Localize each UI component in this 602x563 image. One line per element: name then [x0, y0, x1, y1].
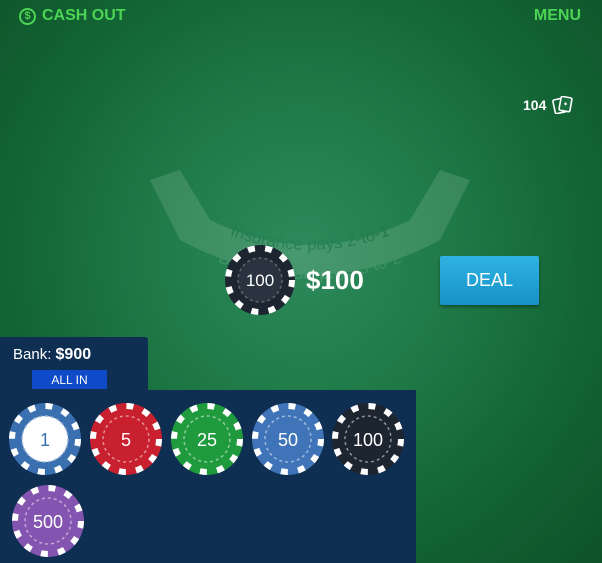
chip-1-graphic: 1	[9, 403, 81, 475]
bet-amount: $100	[306, 264, 364, 295]
chip-50-value: 50	[278, 430, 298, 450]
bet-chip[interactable]: 100	[224, 244, 296, 316]
cash-out-label: CASH OUT	[42, 7, 126, 24]
top-bar: $ CASH OUT MENU	[0, 0, 602, 34]
chip-500[interactable]: 500	[11, 484, 85, 558]
chip-50[interactable]: 50	[251, 402, 325, 476]
chip-25-value: 25	[197, 430, 217, 450]
chip-1-value: 1	[40, 430, 50, 450]
bank-label: Bank:	[13, 346, 52, 363]
chip-50-graphic: 50	[252, 403, 324, 475]
dollar-circle-icon: $	[19, 7, 36, 25]
chip-100[interactable]: 100	[331, 402, 405, 476]
deal-button[interactable]: DEAL	[440, 256, 539, 305]
chip-100-graphic: 100	[332, 403, 404, 475]
chip-1[interactable]: 1	[8, 402, 82, 476]
chip-5-value: 5	[121, 430, 131, 450]
all-in-button[interactable]: ALL IN	[32, 370, 107, 389]
chip-5-graphic: 5	[90, 403, 162, 475]
chip-25-graphic: 25	[171, 403, 243, 475]
bank-amount: $900	[55, 346, 92, 363]
chip-100-value: 100	[353, 430, 383, 450]
chip-500-value: 500	[33, 512, 63, 532]
bank-balance: Bank: $900	[13, 346, 91, 364]
chip-500-graphic: 500	[12, 485, 84, 557]
cards-icon	[552, 96, 574, 114]
bank-panel: Bank: $900 ALL IN	[0, 337, 148, 397]
deck-count-value: 104	[523, 97, 547, 113]
chip-25[interactable]: 25	[170, 402, 244, 476]
deck-counter: 104	[523, 96, 574, 114]
menu-button[interactable]: MENU	[534, 7, 581, 25]
bet-chip-value: 100	[246, 271, 274, 290]
chip-5[interactable]: 5	[89, 402, 163, 476]
bet-area[interactable]: 100 $100	[224, 244, 364, 316]
cash-out-button[interactable]: $ CASH OUT	[19, 7, 126, 25]
